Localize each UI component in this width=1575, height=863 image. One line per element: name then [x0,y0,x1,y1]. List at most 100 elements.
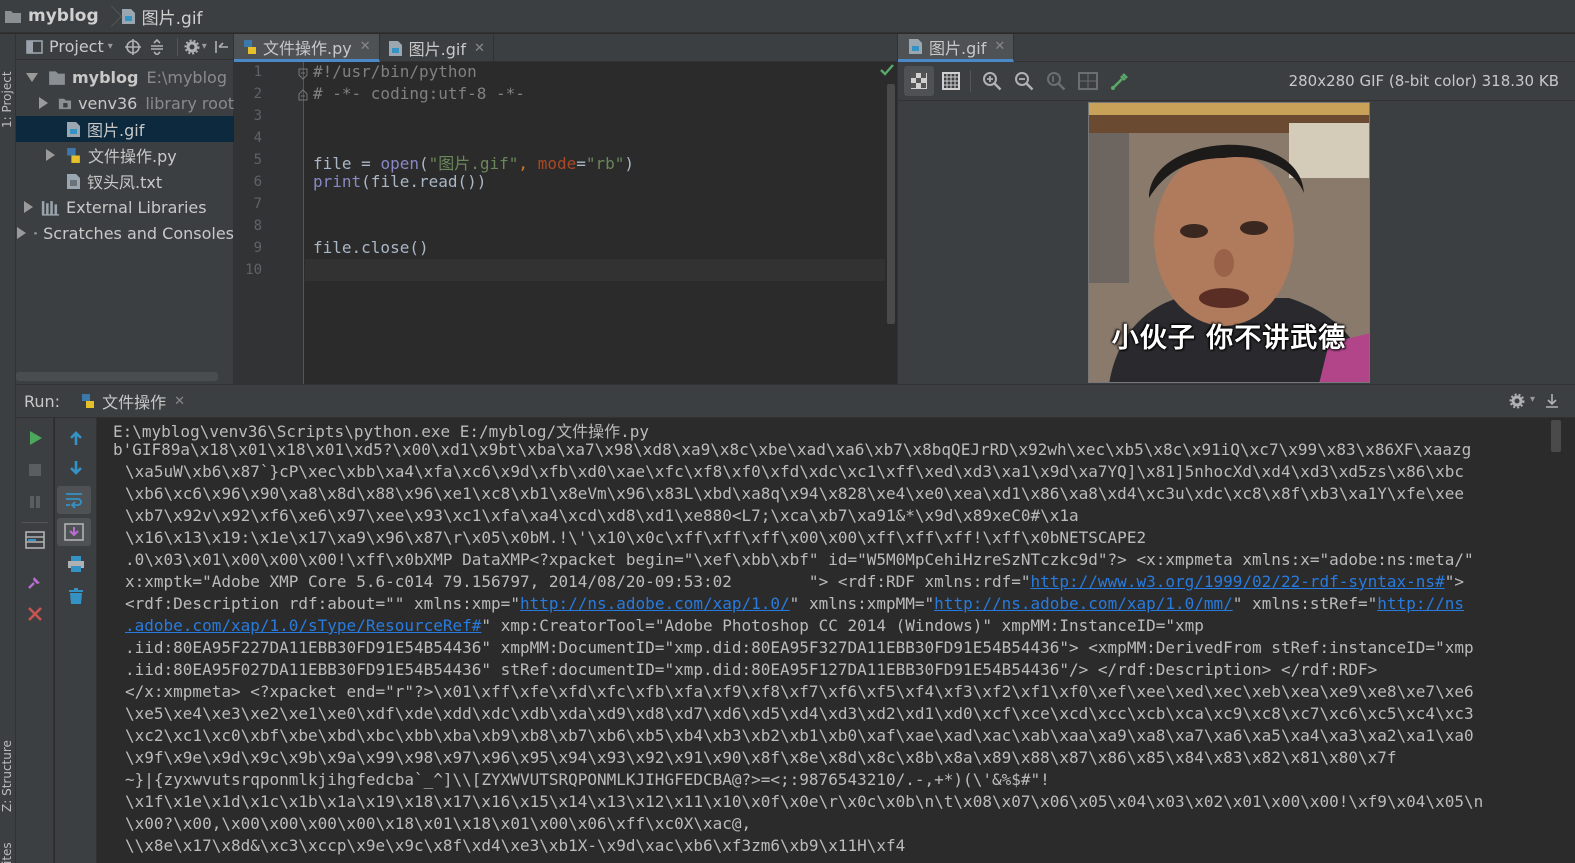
clear-all-button[interactable] [57,582,95,610]
soft-wrap-button[interactable] [57,486,91,514]
pin-tab-button[interactable] [16,568,54,596]
fit-zoom-icon [1078,72,1098,90]
breadcrumb-file[interactable]: 图片.gif [117,0,211,33]
color-picker-button[interactable] [1105,66,1135,96]
collapsed-arrow-icon[interactable] [39,97,49,109]
console-line: b'GIF89a\x18\x01\x18\x01\xd5?\x00\xd1\x9… [113,440,1472,459]
zoom-in-button[interactable] [977,66,1007,96]
tree-item-myblog[interactable]: myblog E:\myblog [16,64,234,90]
close-icon[interactable]: ✕ [474,41,485,56]
console-line: \x9f\x9e\x9d\x9c\x9b\x9a\x99\x98\x97\x96… [125,748,1397,767]
stop-button[interactable] [16,456,54,484]
check-icon [880,64,894,76]
code-line-1: #!/usr/bin/python [313,62,477,81]
code-token: file = [313,154,381,173]
tab-image-gif[interactable]: 图片.gif ✕ [380,34,494,62]
code-line-9: file.close() [313,238,429,257]
editor-scrollbar-thumb[interactable] [887,84,895,324]
tree-item-image-gif[interactable]: 图片.gif [16,116,234,142]
settings-dropdown-icon[interactable]: ▾ [202,41,207,52]
collapsed-arrow-icon[interactable] [17,227,27,239]
line-number: 10 [245,262,262,278]
print-button[interactable] [57,550,95,578]
tab-label: 图片.gif [929,38,987,58]
actual-size-button[interactable] [1041,66,1071,96]
tree-item-label: Scratches and Consoles [43,223,234,243]
console-scrollbar-thumb[interactable] [1551,420,1561,452]
fit-zoom-button[interactable] [1073,66,1103,96]
scroll-down-button[interactable] [57,454,95,482]
hide-panel-icon[interactable] [215,40,229,54]
collapsed-arrow-icon[interactable] [24,201,33,213]
project-tool-window-button[interactable]: 1: Project [0,48,16,128]
line-number: 6 [253,174,262,190]
chessboard-toggle-button[interactable] [904,66,934,96]
tree-item-python-file[interactable]: 文件操作.py [16,142,234,168]
rerun-button[interactable] [16,424,54,452]
soft-wrap-icon [66,493,82,509]
gear-icon[interactable] [184,39,200,55]
left-tool-stripe: 1: Project Z: Structure ites [0,34,16,863]
code-token: ( [418,154,429,173]
project-panel-title[interactable]: Project [49,37,104,56]
scroll-to-end-button[interactable] [57,518,91,546]
tree-item-path: E:\myblog [146,67,227,87]
collapse-all-icon[interactable] [149,38,165,55]
code-token: mode [537,154,577,173]
close-icon[interactable]: ✕ [174,394,185,409]
code-editor[interactable]: #!/usr/bin/python # -*- coding:utf-8 -*-… [305,62,885,384]
folder-icon [5,10,21,23]
code-token: "rb" [585,154,625,173]
tab-image-viewer[interactable]: 图片.gif ✕ [898,34,1015,62]
chessboard-icon [911,73,927,89]
console-link[interactable]: http://ns.adobe.com/xap/1.0/ [520,594,790,613]
locate-target-icon[interactable] [124,38,141,55]
tree-item-label: 文件操作.py [88,147,177,166]
console-line: .iid:80EA95F027DA11EBB30FD91E54B54436" s… [125,660,1378,679]
line-number: 7 [253,196,262,212]
text-file-icon [67,173,80,189]
scroll-up-button[interactable] [57,424,95,452]
console-link[interactable]: http://www.w3.org/1999/02/22-rdf-syntax-… [1030,572,1444,591]
run-tab[interactable]: 文件操作 ✕ [80,384,185,418]
image-viewer-tab-bar: 图片.gif ✕ [897,34,1575,62]
tree-item-scratches[interactable]: Scratches and Consoles [16,220,234,246]
console-link[interactable]: http://ns [1377,594,1464,613]
console-line: \x1f\x1e\x1d\x1c\x1b\x1a\x19\x18\x17\x16… [125,792,1484,811]
tree-item-external-libraries[interactable]: External Libraries [16,194,234,220]
settings-dropdown-icon[interactable]: ▾ [1530,394,1535,405]
restore-layout-button[interactable] [16,526,54,554]
gear-icon[interactable] [1509,393,1525,409]
console-link[interactable]: .adobe.com/xap/1.0/sType/ResourceRef# [125,616,481,635]
pause-button[interactable] [16,488,54,516]
collapsed-arrow-icon[interactable] [46,149,55,161]
console-line: x:xmptk="Adobe XMP Core 5.6-c014 79.1567… [125,572,1464,591]
grid-icon [942,72,960,90]
close-icon[interactable]: ✕ [994,39,1005,54]
close-run-button[interactable] [16,600,54,628]
line-number: 8 [253,218,262,234]
breadcrumb-project[interactable]: myblog [0,0,107,33]
tree-item-label: External Libraries [66,197,207,217]
folder-icon [49,70,65,85]
tree-item-text-file[interactable]: 钗头凤.txt [16,168,234,194]
image-file-icon [388,40,402,56]
image-viewer-toolbar: 280x280 GIF (8-bit color) 318.30 KB [897,62,1575,101]
dropdown-arrow-icon[interactable]: ▾ [108,41,113,52]
tree-item-venv36[interactable]: venv36 library root [16,90,234,116]
expanded-arrow-icon[interactable] [26,72,38,82]
favorites-tool-window-button[interactable]: ites [0,834,16,863]
run-console-output[interactable]: E:\myblog\venv36\Scripts\python.exe E:/m… [97,418,1547,863]
console-text: " xmp:CreatorTool="Adobe Photoshop CC 20… [481,616,1204,635]
image-file-icon [121,8,135,24]
code-line-6: print(file.read()) [313,172,486,191]
console-link[interactable]: http://ns.adobe.com/xap/1.0/mm/ [934,594,1233,613]
structure-tool-window-button[interactable]: Z: Structure [0,712,16,812]
project-panel-hscrollbar[interactable] [16,372,218,381]
hide-panel-icon[interactable] [1545,393,1559,409]
console-line: \x16\x13\x19:\x1e\x17\xa9\x96\x87\r\x05\… [125,528,1147,547]
grid-toggle-button[interactable] [936,66,966,96]
tab-python-file[interactable]: 文件操作.py ✕ [234,34,380,62]
close-icon[interactable]: ✕ [360,39,371,54]
zoom-out-button[interactable] [1009,66,1039,96]
